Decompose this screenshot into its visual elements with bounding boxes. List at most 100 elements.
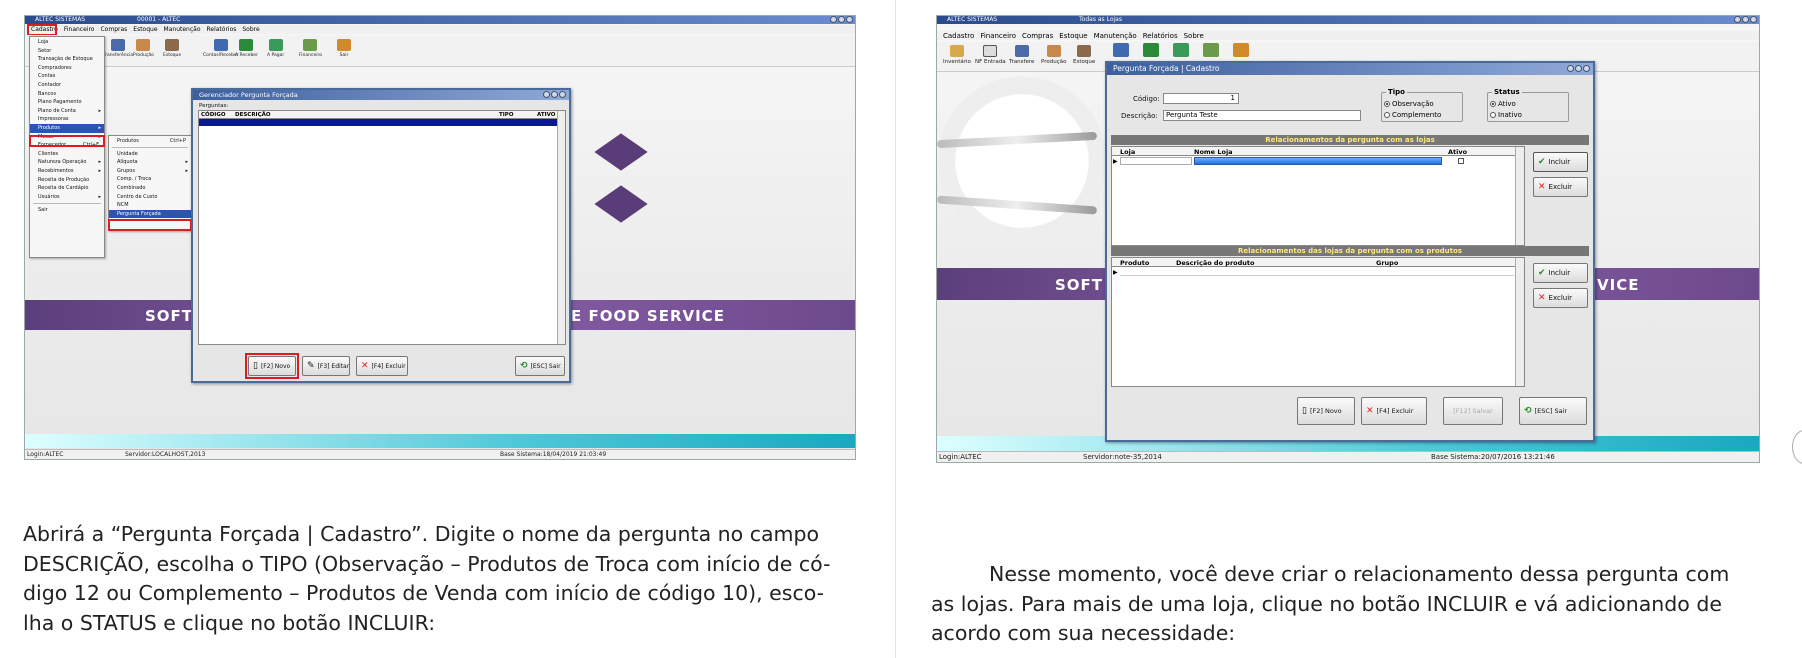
app-toolbar: Transferência Produção Estoque Contas/Re…	[25, 35, 855, 67]
excluir-produtos-button[interactable]: ✕ Excluir	[1533, 288, 1588, 308]
tool-producao[interactable]: Produção	[1041, 45, 1066, 65]
menu-relatorios[interactable]: Relatórios	[1143, 32, 1178, 40]
menu-item-plano-pagamento[interactable]: Plano Pagamento	[30, 98, 104, 107]
tool-producao[interactable]: Produção	[133, 39, 154, 58]
produtos-grid[interactable]: Produto Descrição do produto Grupo ▶	[1111, 257, 1525, 387]
submenu-item-aliquota[interactable]: Alíquota ▸	[109, 158, 191, 167]
incluir-produtos-button[interactable]: ✔ Incluir	[1533, 263, 1588, 283]
tipo-complemento-radio[interactable]: Complemento	[1384, 111, 1441, 119]
sair-button[interactable]: ⟲ [ESC] Sair	[1519, 397, 1587, 425]
menu-sobre[interactable]: Sobre	[242, 26, 259, 33]
menu-item-compradores[interactable]: Compradores	[30, 64, 104, 73]
menu-item-usuarios[interactable]: Usuários ▸	[30, 193, 104, 202]
tool-estoque[interactable]: Estoque	[163, 39, 181, 58]
menu-financeiro[interactable]: Financeiro	[64, 26, 95, 33]
menu-item-clientes[interactable]: Clientes	[30, 150, 104, 159]
dialog-window-controls[interactable]	[1567, 65, 1590, 72]
menu-estoque[interactable]: Estoque	[1059, 32, 1087, 40]
editar-button[interactable]: ✎ [F3] Editar	[302, 356, 350, 376]
menu-item-receita-cardapio[interactable]: Receita de Cardápio	[30, 184, 104, 193]
submenu-item-ncm[interactable]: NCM	[109, 201, 191, 210]
menu-item-loja[interactable]: Loja	[30, 38, 104, 47]
grid-scrollbar[interactable]	[557, 111, 565, 344]
cadastro-menu: Loja Setor Transação de Estoque Comprado…	[29, 36, 105, 258]
menu-item-impressoras[interactable]: Impressoras	[30, 115, 104, 124]
menu-item-bancos[interactable]: Bancos	[30, 90, 104, 99]
submenu-item-grupos[interactable]: Grupos ▸	[109, 167, 191, 176]
menu-item-contador[interactable]: Contador	[30, 81, 104, 90]
menu-item-transacao-estoque[interactable]: Transação de Estoque	[30, 55, 104, 64]
menu-relatorios[interactable]: Relatórios	[206, 26, 236, 33]
tool-transfere[interactable]: Transfere	[1009, 45, 1034, 65]
tool-inventario[interactable]: Inventário	[943, 45, 971, 65]
excluir-button[interactable]: ✕ [F4] Excluir	[356, 356, 408, 376]
menu-cadastro[interactable]: Cadastro	[943, 32, 974, 40]
menu-manutencao[interactable]: Manutenção	[164, 26, 201, 33]
menu-item-recebimentos[interactable]: Recebimentos ▸	[30, 167, 104, 176]
submenu-item-comp-troca[interactable]: Comp. / Troca	[109, 175, 191, 184]
tool-calculator[interactable]	[1113, 43, 1129, 59]
banner-text-left: SOFT	[1055, 276, 1104, 294]
produtos-first-row[interactable]	[1120, 268, 1514, 276]
tool-exit[interactable]	[1233, 43, 1249, 59]
menu-item-produtos[interactable]: Produtos ▸	[30, 123, 104, 133]
tool-sair[interactable]: Sair	[337, 39, 351, 58]
status-inativo-radio[interactable]: Inativo	[1490, 111, 1522, 119]
dialog-window-controls[interactable]	[543, 91, 566, 98]
sair-button[interactable]: ⟲ [ESC] Sair	[515, 356, 565, 376]
tool-dollar[interactable]	[1143, 43, 1159, 59]
tool-financeiro[interactable]: Financeiro	[299, 39, 322, 58]
menu-sobre[interactable]: Sobre	[1184, 32, 1204, 40]
gerenciador-title-bar: Gerenciador Pergunta Forçada	[193, 90, 569, 100]
tipo-observacao-radio[interactable]: Observação	[1384, 100, 1434, 108]
submenu-item-unidade[interactable]: Unidade	[109, 150, 191, 159]
salvar-button[interactable]: [F12] Salvar	[1443, 397, 1503, 425]
ativo-checkbox[interactable]	[1458, 158, 1464, 164]
gerenciador-dialog: Gerenciador Pergunta Forçada Perguntas: …	[191, 88, 571, 383]
excluir-button[interactable]: ✕ [F4] Excluir	[1361, 397, 1427, 425]
tool-a-receber[interactable]: A Receber	[235, 39, 258, 58]
excluir-lojas-button[interactable]: ✕ Excluir	[1533, 177, 1588, 197]
menu-compras[interactable]: Compras	[1022, 32, 1053, 40]
loja-code-cell[interactable]	[1120, 157, 1192, 165]
menu-item-sair[interactable]: Sair	[30, 206, 104, 215]
submenu-arrow-icon: ▸	[185, 167, 188, 174]
menu-item-plano-de-conta[interactable]: Plano de Conta ▸	[30, 107, 104, 116]
produtos-row-indicator: ▶	[1113, 269, 1118, 276]
perguntas-grid[interactable]: CÓDIGO DESCRIÇÃO TIPO ATIVO	[198, 110, 566, 345]
incluir-lojas-button[interactable]: ✔ Incluir	[1533, 152, 1588, 172]
app-window-controls[interactable]	[1734, 16, 1757, 23]
lojas-grid[interactable]: Loja Nome Loja Ativo ▶	[1111, 146, 1525, 246]
tool-estoque[interactable]: Estoque	[1073, 45, 1095, 65]
codigo-input[interactable]: 1	[1163, 93, 1239, 104]
plate-image	[937, 76, 1107, 246]
tool-contas-receber[interactable]: Contas/Receber	[203, 39, 239, 58]
app-window-controls[interactable]	[830, 16, 853, 23]
status-ativo-radio[interactable]: Ativo	[1490, 100, 1516, 108]
menu-item-natureza-operacao[interactable]: Natureza Operação ▸	[30, 158, 104, 167]
menu-item-receita-producao[interactable]: Receita de Produção	[30, 176, 104, 185]
grid-selected-row[interactable]	[199, 119, 557, 126]
menu-item-setor[interactable]: Setor	[30, 47, 104, 56]
menu-compras[interactable]: Compras	[100, 26, 127, 33]
tool-transferencia[interactable]: Transferência	[103, 39, 133, 58]
tool-nf-entrada[interactable]: NF Entrada	[975, 45, 1006, 65]
descricao-input[interactable]: Pergunta Teste	[1163, 110, 1361, 121]
app-title-bar: ALTEC SISTEMAS 00001 - ALTEC	[25, 16, 855, 24]
status-server: Servidor:note-35,2014	[1083, 453, 1162, 461]
menu-estoque[interactable]: Estoque	[133, 26, 157, 33]
submenu-item-produtos[interactable]: Produtos Ctrl+P	[109, 137, 191, 146]
tool-a-pagar[interactable]: A Pagar	[267, 39, 284, 58]
nome-loja-cell[interactable]	[1194, 157, 1442, 165]
tool-grid[interactable]	[1203, 43, 1219, 59]
menu-manutencao[interactable]: Manutenção	[1094, 32, 1137, 40]
submenu-item-centro-custo[interactable]: Centro de Custo	[109, 193, 191, 202]
menu-financeiro[interactable]: Financeiro	[980, 32, 1016, 40]
novo-button[interactable]: ▯ [F2] Novo	[1297, 397, 1355, 425]
submenu-item-pergunta-forcada[interactable]: Pergunta Forçada	[109, 209, 191, 219]
produtos-scrollbar[interactable]	[1515, 258, 1524, 386]
submenu-item-combinado[interactable]: Combinado	[109, 184, 191, 193]
lojas-scrollbar[interactable]	[1515, 147, 1524, 245]
menu-item-contas[interactable]: Contas	[30, 72, 104, 81]
tool-money[interactable]	[1173, 43, 1189, 59]
